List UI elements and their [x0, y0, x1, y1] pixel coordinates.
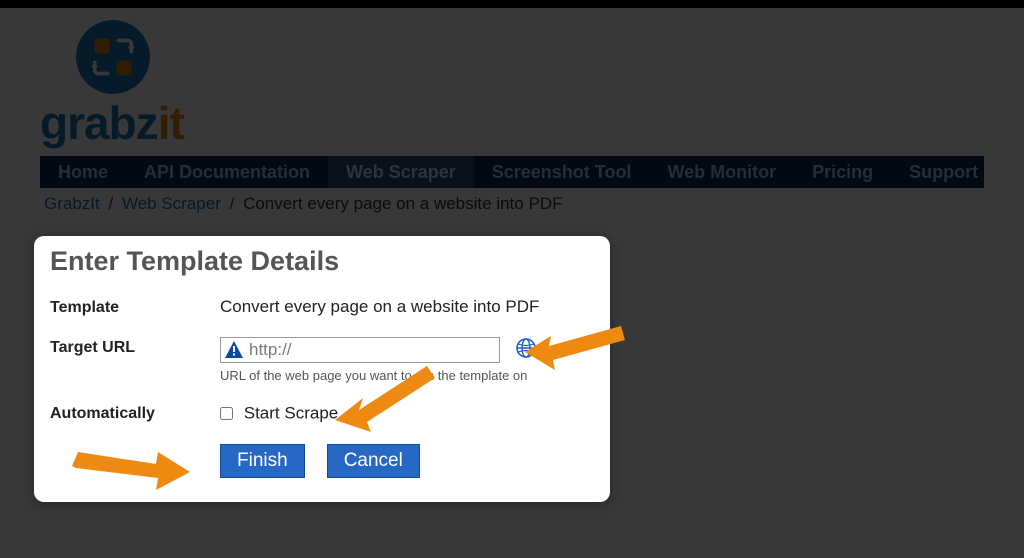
logo-icon: [76, 20, 150, 94]
start-scrape-checkbox[interactable]: [220, 407, 233, 420]
modal-title: Enter Template Details: [50, 246, 594, 277]
target-url-label: Target URL: [50, 337, 220, 357]
nav-support[interactable]: Support: [891, 156, 996, 188]
nav-screenshot-tool[interactable]: Screenshot Tool: [474, 156, 650, 188]
automatically-label: Automatically: [50, 403, 220, 423]
nav-pricing[interactable]: Pricing: [794, 156, 891, 188]
nav-api-documentation[interactable]: API Documentation: [126, 156, 328, 188]
nav-web-scraper[interactable]: Web Scraper: [328, 156, 474, 188]
breadcrumb-current: Convert every page on a website into PDF: [243, 194, 562, 213]
cancel-button[interactable]: Cancel: [327, 444, 420, 478]
template-label: Template: [50, 297, 220, 317]
breadcrumb-web-scraper[interactable]: Web Scraper: [122, 194, 221, 213]
warning-icon: [224, 340, 244, 360]
main-nav: Home API Documentation Web Scraper Scree…: [40, 156, 984, 188]
start-scrape-label: Start Scrape: [244, 404, 339, 423]
globe-icon[interactable]: [515, 337, 537, 364]
logo-text: grabzit: [40, 96, 984, 150]
nav-home[interactable]: Home: [40, 156, 126, 188]
logo: grabzit: [40, 0, 984, 156]
nav-web-monitor[interactable]: Web Monitor: [649, 156, 794, 188]
template-details-modal: Enter Template Details Template Convert …: [34, 236, 610, 502]
breadcrumb: GrabzIt / Web Scraper / Convert every pa…: [40, 188, 984, 220]
template-value: Convert every page on a website into PDF: [220, 297, 594, 317]
breadcrumb-grabzit[interactable]: GrabzIt: [44, 194, 100, 213]
finish-button[interactable]: Finish: [220, 444, 305, 478]
target-url-hint: URL of the web page you want to run the …: [220, 368, 594, 383]
target-url-input[interactable]: [220, 337, 500, 363]
